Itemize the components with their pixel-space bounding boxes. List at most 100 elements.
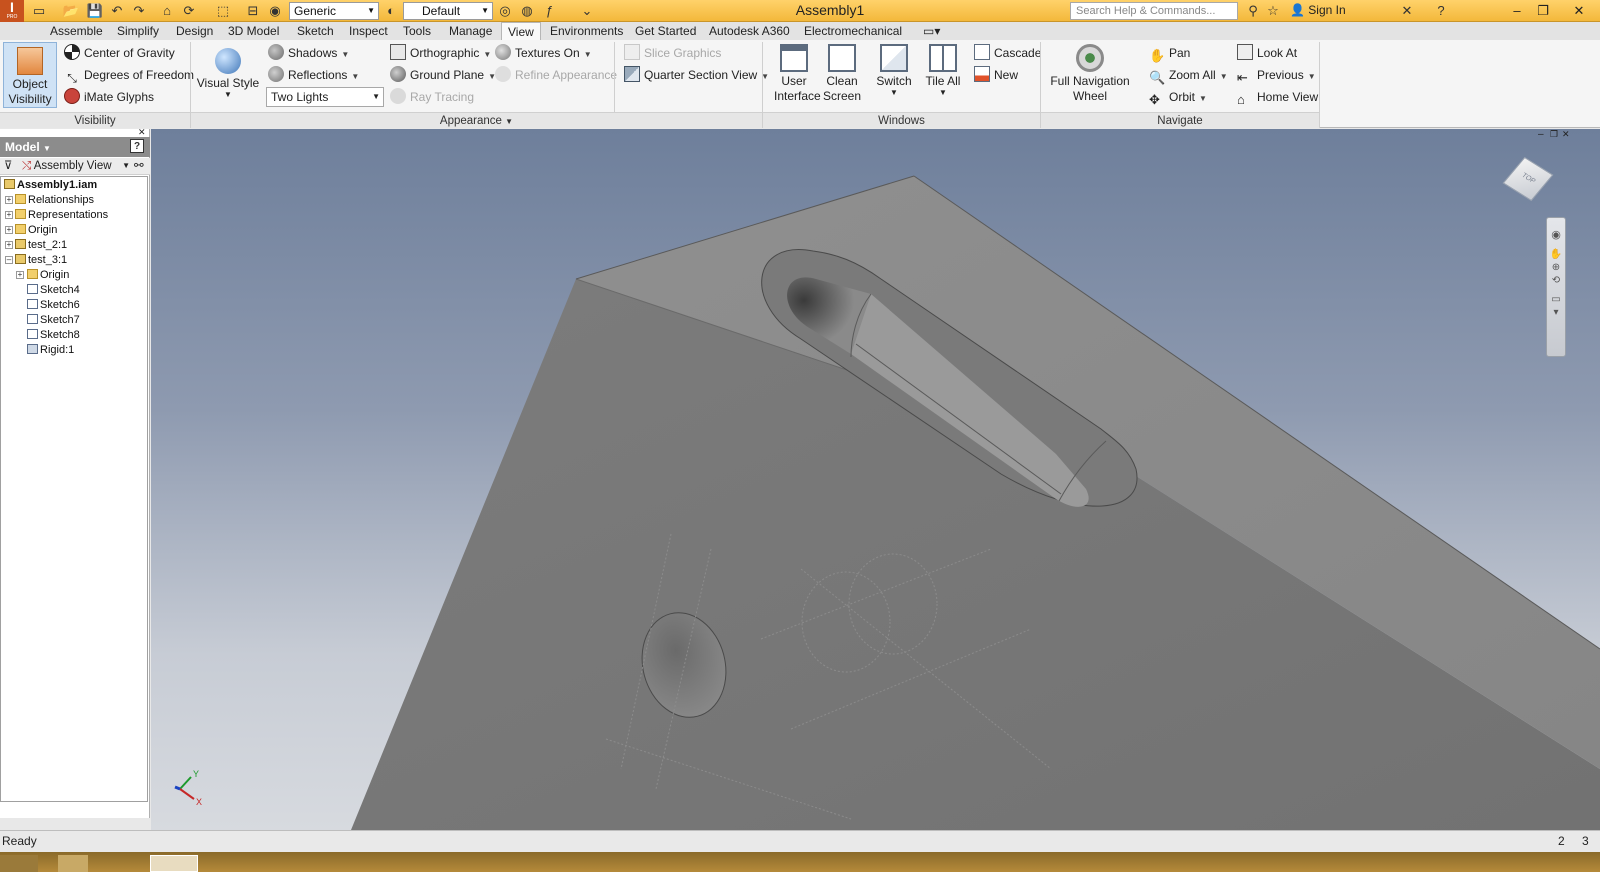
pan-icon[interactable]: ✋: [1547, 249, 1565, 260]
viewcube-top-face[interactable]: TOP: [1502, 156, 1554, 202]
tree-node-test-3[interactable]: test_3:1: [15, 253, 67, 268]
degrees-of-freedom-button[interactable]: ⤡ Degrees of Freedom: [64, 65, 194, 85]
tab-autodesk-a360[interactable]: Autodesk A360: [703, 22, 796, 40]
refine-appearance-button[interactable]: Refine Appearance: [495, 65, 617, 85]
textures-on-button[interactable]: Textures On ▼: [495, 43, 592, 63]
redo-icon[interactable]: ↷: [130, 2, 148, 19]
tab-environments[interactable]: Environments: [544, 22, 629, 40]
look-at-button[interactable]: Look At: [1237, 43, 1297, 63]
tree-node-origin-sub[interactable]: Origin: [27, 268, 69, 283]
color-wheel-icon[interactable]: ◐: [382, 2, 400, 19]
collapse-icon[interactable]: –: [5, 256, 13, 264]
favorites-icon[interactable]: ☆: [1264, 2, 1282, 19]
orbit-button[interactable]: ✥ Orbit ▼: [1149, 87, 1207, 107]
tree-node-sketch7[interactable]: Sketch7: [27, 313, 80, 328]
save-icon[interactable]: 💾: [86, 2, 104, 19]
adjust-icon[interactable]: ◎: [496, 2, 514, 19]
zoom-all-button[interactable]: 🔍 Zoom All ▼: [1149, 65, 1228, 85]
tab-tools[interactable]: Tools: [397, 22, 437, 40]
viewport-minimize-button[interactable]: –: [1538, 129, 1544, 140]
open-file-icon[interactable]: 📂: [62, 2, 80, 19]
start-button[interactable]: [0, 855, 38, 872]
tab-view[interactable]: View: [501, 22, 541, 40]
model-render[interactable]: [151, 129, 1600, 830]
viewport-restore-button[interactable]: ❐: [1550, 129, 1558, 140]
taskbar-app-1[interactable]: [58, 855, 88, 872]
visual-style-button[interactable]: Visual Style ▼: [196, 42, 260, 108]
orthographic-button[interactable]: Orthographic ▼: [390, 43, 491, 63]
steering-wheel-icon[interactable]: ◉: [1547, 228, 1565, 241]
lights-select[interactable]: Two Lights ▼: [266, 87, 384, 107]
orbit-icon[interactable]: ⟲: [1547, 275, 1565, 286]
sign-in-button[interactable]: 👤 Sign In: [1290, 3, 1346, 17]
new-window-button[interactable]: New: [974, 65, 1018, 85]
tab-3d-model[interactable]: 3D Model: [222, 22, 285, 40]
switch-button[interactable]: Switch ▼: [872, 42, 916, 108]
browser-help-icon[interactable]: ?: [130, 139, 144, 153]
expand-icon[interactable]: +: [5, 211, 13, 219]
select-icon[interactable]: ⬚: [214, 2, 232, 19]
quarter-section-view-button[interactable]: Quarter Section View ▼: [624, 65, 769, 85]
tab-get-started[interactable]: Get Started: [629, 22, 702, 40]
slice-graphics-button[interactable]: Slice Graphics: [624, 43, 721, 63]
home-icon[interactable]: ⌂: [158, 2, 176, 19]
tab-inspect[interactable]: Inspect: [343, 22, 394, 40]
tab-manage[interactable]: Manage: [443, 22, 498, 40]
clean-screen-button[interactable]: Clean Screen: [820, 42, 864, 108]
tab-assemble[interactable]: Assemble: [44, 22, 109, 40]
undo-icon[interactable]: ↶: [108, 2, 126, 19]
tab-electromechanical[interactable]: Electromechanical: [798, 22, 908, 40]
material-select[interactable]: Generic ▼: [289, 2, 379, 20]
tree-node-sketch6[interactable]: Sketch6: [27, 298, 80, 313]
search-input[interactable]: Search Help & Commands...: [1070, 2, 1238, 20]
pan-button[interactable]: ✋ Pan: [1149, 43, 1190, 63]
look-at-icon[interactable]: ▭: [1547, 294, 1565, 305]
exchange-icon[interactable]: ✕: [1398, 2, 1416, 19]
help-icon[interactable]: ?: [1432, 2, 1450, 19]
ray-tracing-button[interactable]: Ray Tracing: [390, 87, 474, 107]
restore-button[interactable]: ❐: [1530, 1, 1556, 20]
tree-node-rigid[interactable]: Rigid:1: [27, 343, 74, 358]
filter-icon[interactable]: ⊽: [4, 158, 12, 174]
cascade-button[interactable]: Cascade: [974, 43, 1041, 63]
close-button[interactable]: ✕: [1566, 1, 1592, 20]
tile-all-button[interactable]: Tile All ▼: [922, 42, 964, 108]
clear-appearance-icon[interactable]: ◍: [518, 2, 536, 19]
expand-icon[interactable]: +: [5, 241, 13, 249]
user-interface-button[interactable]: User Interface: [770, 42, 821, 108]
object-visibility-button[interactable]: Object Visibility: [3, 42, 57, 108]
expand-icon[interactable]: +: [5, 226, 13, 234]
minimize-button[interactable]: –: [1504, 1, 1530, 20]
shadows-button[interactable]: Shadows ▼: [268, 43, 349, 63]
ground-plane-button[interactable]: Ground Plane ▼: [390, 65, 496, 85]
center-of-gravity-button[interactable]: Center of Gravity: [64, 43, 175, 63]
home-view-button[interactable]: ⌂ Home View: [1237, 87, 1318, 107]
previous-button[interactable]: ⇤ Previous ▼: [1237, 65, 1316, 85]
measure-icon[interactable]: ⊟: [244, 2, 262, 19]
tree-node-sketch4[interactable]: Sketch4: [27, 283, 80, 298]
tab-simplify[interactable]: Simplify: [111, 22, 165, 40]
update-icon[interactable]: ⟳: [180, 2, 198, 19]
new-file-icon[interactable]: ▭: [30, 2, 48, 19]
tree-node-relationships[interactable]: Relationships: [15, 193, 94, 208]
full-navigation-wheel-button[interactable]: Full Navigation Wheel: [1046, 42, 1134, 108]
properties-icon[interactable]: ◉: [266, 2, 284, 19]
appearance-select[interactable]: Default ▼: [403, 2, 493, 20]
tree-node-representations[interactable]: Representations: [15, 208, 108, 223]
expand-icon[interactable]: +: [16, 271, 24, 279]
tree-node-assembly[interactable]: Assembly1.iam: [4, 178, 97, 193]
tree-node-test-2[interactable]: test_2:1: [15, 238, 67, 253]
binoculars-icon[interactable]: ⚲: [1244, 2, 1262, 19]
reflections-button[interactable]: Reflections ▼: [268, 65, 359, 85]
customize-icon[interactable]: ⌄: [578, 2, 596, 19]
viewport-close-button[interactable]: ✕: [1562, 129, 1570, 140]
taskbar-app-2[interactable]: [150, 855, 198, 872]
view-select[interactable]: ⤭ Assembly View ▼: [22, 158, 130, 174]
graphics-viewport[interactable]: TOP ◉ ✋ ⊕ ⟲ ▭ ▾ – ❐ ✕ Y X: [151, 129, 1600, 830]
tree-node-sketch8[interactable]: Sketch8: [27, 328, 80, 343]
options-icon[interactable]: ▾: [1547, 307, 1565, 318]
function-icon[interactable]: ƒ: [540, 2, 558, 19]
ribbon-options-icon[interactable]: ▭▾: [917, 22, 946, 40]
app-menu-button[interactable]: I PRO: [0, 0, 24, 22]
appearance-group-label[interactable]: Appearance ▼: [191, 112, 762, 128]
